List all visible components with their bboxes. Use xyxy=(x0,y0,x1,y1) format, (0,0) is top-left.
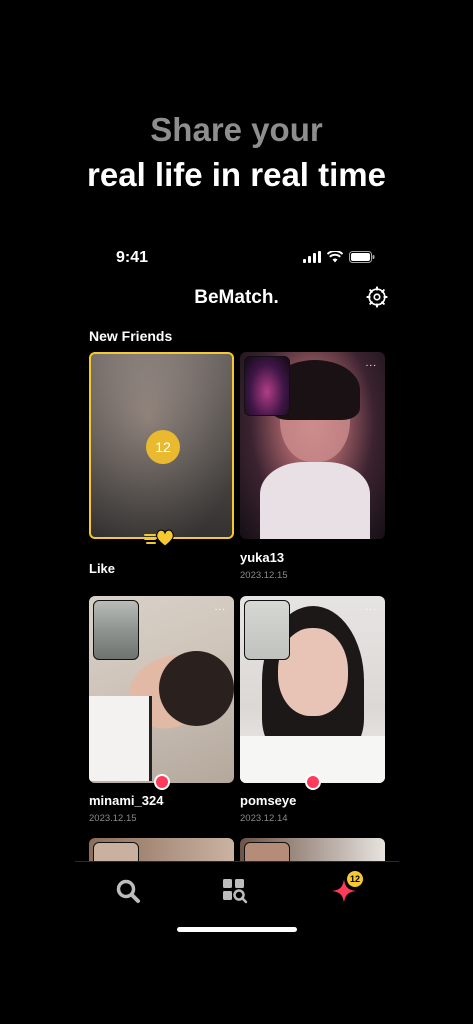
discover-icon[interactable] xyxy=(221,877,249,905)
like-count-badge: 12 xyxy=(146,430,180,464)
app-bar: BeMatch. xyxy=(0,284,473,312)
search-icon[interactable] xyxy=(114,877,142,905)
wifi-icon xyxy=(327,251,343,263)
shirt-shape xyxy=(260,462,370,539)
shirt-shape xyxy=(89,696,152,781)
gear-icon[interactable] xyxy=(366,286,388,308)
secondary-photo-thumb[interactable] xyxy=(93,600,139,660)
status-icons xyxy=(303,251,375,263)
secondary-photo-thumb xyxy=(93,842,139,861)
friend-date: 2023.12.14 xyxy=(240,813,288,824)
status-time: 9:41 xyxy=(116,249,149,266)
secondary-photo-thumb[interactable] xyxy=(244,600,290,660)
friend-card-yuka13[interactable]: ... xyxy=(240,352,385,539)
secondary-photo-thumb xyxy=(244,842,290,861)
new-post-indicator xyxy=(154,774,170,790)
promo-headline: Share your real life in real time xyxy=(0,108,473,198)
secondary-photo-thumb[interactable] xyxy=(244,356,290,416)
friend-name[interactable]: yuka13 xyxy=(240,550,284,565)
headline-line-1: Share your xyxy=(150,111,323,148)
friend-name[interactable]: pomseye xyxy=(240,793,296,808)
new-post-indicator xyxy=(305,774,321,790)
friend-card-minami_324[interactable]: ... xyxy=(89,596,234,783)
hand-heart-icon xyxy=(144,529,174,547)
friend-card-pomseye[interactable]: ... xyxy=(240,596,385,783)
more-options-button[interactable]: ... xyxy=(366,358,377,369)
tab-bar-divider xyxy=(75,861,399,862)
friend-date: 2023.12.15 xyxy=(240,570,288,581)
notification-badge: 12 xyxy=(347,871,363,887)
battery-icon xyxy=(349,251,375,263)
friend-date: 2023.12.15 xyxy=(89,813,137,824)
friend-card-peek[interactable] xyxy=(89,838,234,861)
section-new-friends: New Friends xyxy=(89,328,173,344)
like-count: 12 xyxy=(155,439,171,455)
home-indicator xyxy=(177,927,297,932)
headline-line-2: real life in real time xyxy=(87,156,386,193)
friend-name[interactable]: minami_324 xyxy=(89,793,163,808)
more-options-button[interactable]: ... xyxy=(366,602,377,613)
signal-icon xyxy=(303,251,321,263)
friend-card-peek[interactable] xyxy=(240,838,385,861)
featured-blurred-card[interactable]: 12 xyxy=(89,352,234,539)
hair-shape xyxy=(159,651,234,726)
like-label: Like xyxy=(89,561,116,576)
more-options-button[interactable]: ... xyxy=(215,602,226,613)
status-bar: 9:41 xyxy=(0,249,473,271)
app-title: BeMatch. xyxy=(194,287,279,308)
